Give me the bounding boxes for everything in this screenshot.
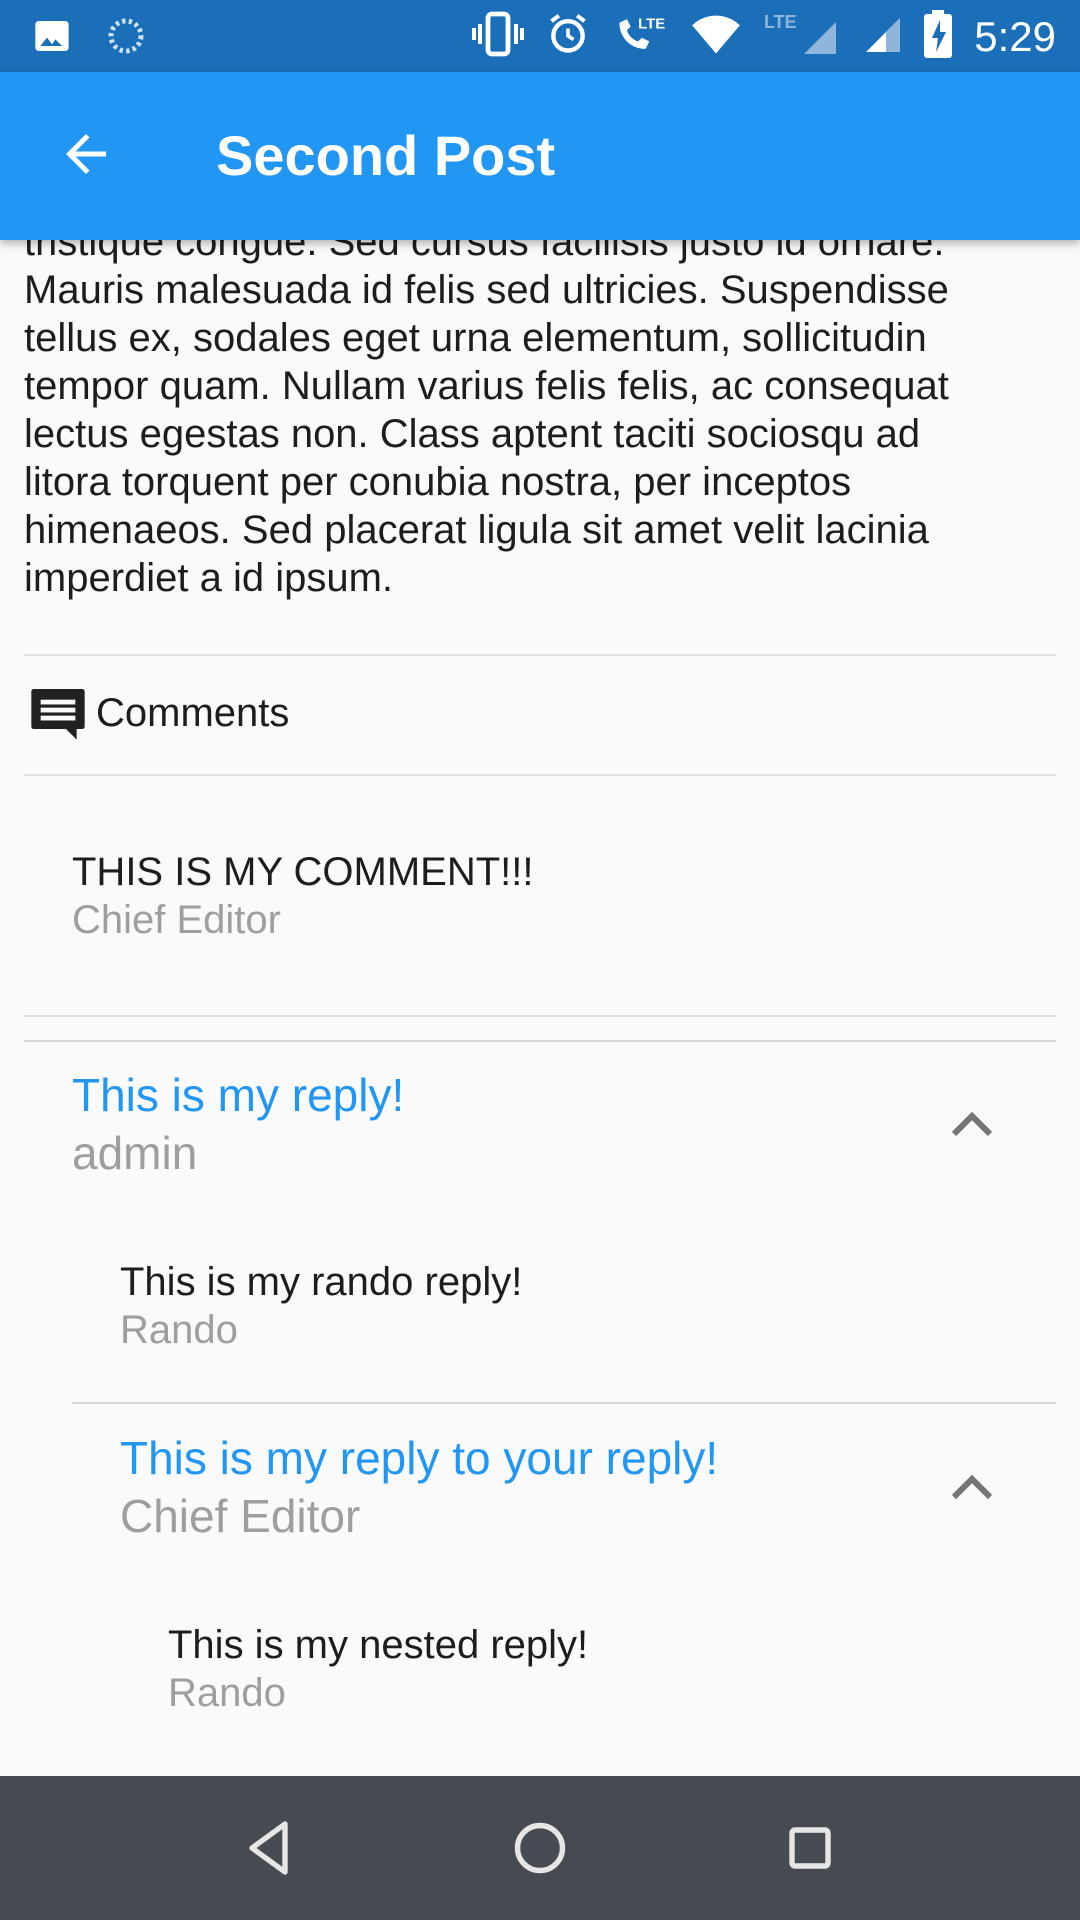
nested-reply-text: This is my reply to your reply! <box>120 1432 719 1484</box>
nested-reply-item[interactable]: This is my nested reply! Rando <box>168 1621 588 1717</box>
reply-text: This is my nested reply! <box>168 1623 589 1667</box>
nested-thread-header[interactable]: This is my reply to your reply! Chief Ed… <box>120 1429 718 1545</box>
reply-author: Rando <box>168 1671 286 1715</box>
comment-text: THIS IS MY COMMENT!!! <box>72 850 534 894</box>
nav-recents-button[interactable] <box>774 1812 846 1884</box>
post-line: imperdiet a id ipsum. <box>24 556 394 600</box>
divider <box>24 654 1056 656</box>
reply-item[interactable]: This is my rando reply! Rando <box>120 1258 522 1354</box>
comments-header: Comments <box>24 678 289 748</box>
reply-text: This is my rando reply! <box>120 1260 523 1304</box>
lte-signal-icon: LTE <box>764 10 840 63</box>
reply-thread-header[interactable]: This is my reply! admin <box>72 1066 404 1182</box>
nav-back-button[interactable] <box>234 1812 306 1884</box>
reply-author: Rando <box>120 1308 238 1352</box>
nav-home-button[interactable] <box>504 1812 576 1884</box>
collapse-button[interactable] <box>948 1465 996 1505</box>
lte-call-icon: LTE <box>612 10 668 63</box>
divider <box>72 1402 1056 1404</box>
post-line: Mauris malesuada id felis sed ultricies.… <box>24 268 949 312</box>
divider <box>24 1040 1056 1042</box>
collapse-button[interactable] <box>948 1102 996 1142</box>
post-line: tristique congue. Sed cursus facilisis j… <box>24 240 945 264</box>
image-icon <box>32 16 72 61</box>
status-bar-right: LTE LTE 5:29 <box>472 10 1056 63</box>
comment-icon <box>31 689 85 740</box>
alarm-icon <box>546 10 590 63</box>
post-line: tempor quam. Nullam varius felis felis, … <box>24 364 949 408</box>
post-body: tristique congue. Sed cursus facilisis j… <box>24 240 1060 602</box>
divider <box>24 1015 1056 1017</box>
reply-text: This is my reply! <box>72 1069 405 1121</box>
status-bar-left <box>32 16 146 61</box>
status-bar: LTE LTE 5:29 <box>0 0 1080 72</box>
chevron-up-icon <box>951 1111 993 1137</box>
navigation-bar <box>0 1776 1080 1920</box>
post-line: litora torquent per conubia nostra, per … <box>24 460 852 504</box>
sync-icon <box>106 16 146 61</box>
triangle-back-icon <box>249 1821 288 1875</box>
post-content[interactable]: tristique congue. Sed cursus facilisis j… <box>0 240 1080 1776</box>
square-recents-icon <box>789 1827 831 1869</box>
page-title: Second Post <box>216 124 556 187</box>
status-time: 5:29 <box>974 12 1056 60</box>
chevron-up-icon <box>951 1474 993 1500</box>
app-bar: Second Post <box>0 72 1080 240</box>
reply-author: admin <box>72 1127 198 1179</box>
post-line: himenaeos. Sed placerat ligula sit amet … <box>24 508 929 552</box>
comment-item[interactable]: THIS IS MY COMMENT!!! Chief Editor <box>72 848 534 944</box>
post-line: tellus ex, sodales eget urna elementum, … <box>24 316 927 360</box>
vibrate-icon <box>472 10 525 63</box>
divider <box>24 774 1056 776</box>
signal-icon <box>862 14 902 59</box>
battery-charging-icon <box>924 10 953 63</box>
svg-text:LTE: LTE <box>638 15 665 32</box>
circle-home-icon <box>514 1822 566 1874</box>
back-button[interactable] <box>56 124 116 184</box>
post-line: lectus egestas non. Class aptent taciti … <box>24 412 921 456</box>
nested-reply-author: Chief Editor <box>120 1490 361 1542</box>
wifi-icon <box>690 12 742 61</box>
arrow-back-icon <box>66 134 106 174</box>
comments-label: Comments <box>96 690 290 735</box>
svg-text:LTE: LTE <box>764 12 797 32</box>
comment-author: Chief Editor <box>72 898 281 942</box>
